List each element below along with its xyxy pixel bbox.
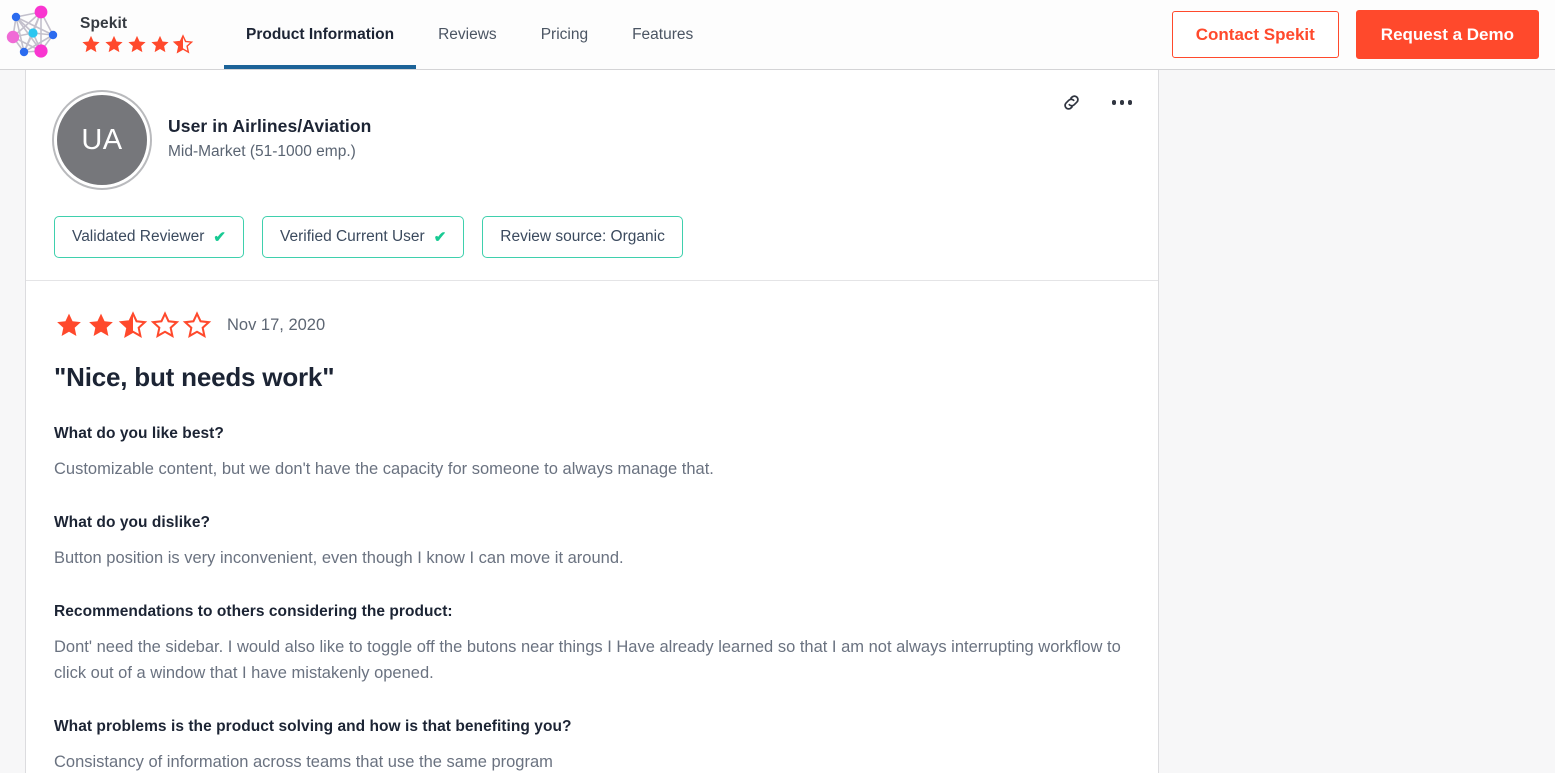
- review-card: UA User in Airlines/Aviation Mid-Market …: [25, 70, 1159, 773]
- reviewer-name: User in Airlines/Aviation: [168, 115, 372, 136]
- review-section-recommendations: Recommendations to others considering th…: [54, 603, 1130, 686]
- header-actions: Contact Spekit Request a Demo: [1171, 10, 1539, 59]
- star-empty-icon: [182, 311, 212, 338]
- star-full-icon: [105, 35, 123, 52]
- star-full-icon: [57, 313, 81, 336]
- star-half-icon: [118, 311, 148, 338]
- review-date: Nov 17, 2020: [227, 316, 326, 334]
- badge-review-source[interactable]: Review source: Organic: [482, 216, 683, 258]
- review-title: "Nice, but needs work": [54, 362, 335, 392]
- review-rating-stars: [54, 311, 212, 340]
- check-icon: ✔: [433, 228, 447, 246]
- network-graph-logo-icon: [6, 5, 58, 58]
- answer-text: Customizable content, but we don't have …: [54, 460, 714, 478]
- page-body: UA User in Airlines/Aviation Mid-Market …: [0, 70, 1555, 773]
- avatar: UA: [54, 92, 150, 188]
- star-half-icon: [172, 34, 194, 54]
- star-empty-icon: [150, 311, 180, 338]
- link-icon[interactable]: [1059, 90, 1084, 115]
- check-icon: ✔: [213, 228, 226, 246]
- question-label: What do you like best?: [54, 425, 224, 442]
- brand-name: Spekit: [80, 15, 128, 33]
- main-nav: Product Information Reviews Pricing Feat…: [224, 0, 1172, 69]
- site-header: Spekit Product Information Reviews Prici…: [0, 0, 1555, 70]
- brand-rating-stars: [80, 34, 194, 55]
- star-full-icon: [128, 35, 146, 52]
- request-demo-button[interactable]: Request a Demo: [1355, 10, 1539, 59]
- question-label: Recommendations to others considering th…: [54, 603, 453, 621]
- review-section-dislike: What do you dislike? Button position is …: [54, 514, 1130, 571]
- ellipsis-icon[interactable]: [1110, 98, 1135, 107]
- answer-text: Dont' need the sidebar. I would also lik…: [54, 638, 1121, 683]
- contact-spekit-button[interactable]: Contact Spekit: [1171, 11, 1339, 58]
- star-full-icon: [89, 313, 113, 336]
- review-badges: Validated Reviewer ✔ Verified Current Us…: [54, 216, 1134, 258]
- review-card-header: UA User in Airlines/Aviation Mid-Market …: [26, 70, 1158, 281]
- tab-reviews[interactable]: Reviews: [416, 0, 519, 69]
- reviewer-meta: User in Airlines/Aviation Mid-Market (51…: [168, 116, 371, 165]
- review-section-like-best: What do you like best? Customizable cont…: [54, 425, 1130, 482]
- review-section-problems-solved: What problems is the product solving and…: [54, 718, 1130, 773]
- question-label: What problems is the product solving and…: [54, 718, 572, 736]
- brand-text: Spekit: [80, 14, 194, 55]
- tab-pricing[interactable]: Pricing: [519, 0, 610, 69]
- question-label: What do you dislike?: [54, 514, 211, 532]
- badge-label: Verified Current User: [279, 228, 425, 245]
- reviewer-segment: Mid-Market (51-1000 emp.): [168, 142, 356, 160]
- tab-product-information[interactable]: Product Information: [224, 0, 417, 69]
- badge-verified-current-user[interactable]: Verified Current User ✔: [261, 216, 465, 258]
- answer-text: Consistancy of information across teams …: [54, 753, 553, 772]
- star-full-icon: [151, 35, 169, 52]
- tab-features[interactable]: Features: [610, 0, 715, 69]
- reviewer-block: UA User in Airlines/Aviation Mid-Market …: [54, 92, 1134, 188]
- review-card-actions: [1059, 90, 1135, 115]
- badge-validated-reviewer[interactable]: Validated Reviewer ✔: [54, 216, 244, 258]
- star-full-icon: [82, 35, 100, 52]
- badge-label: Validated Reviewer: [72, 228, 205, 245]
- review-rating-row: Nov 17, 2020: [54, 311, 1130, 340]
- badge-label: Review source: Organic: [500, 228, 665, 245]
- answer-text: Button position is very inconvenient, ev…: [54, 549, 624, 568]
- brand-block[interactable]: Spekit: [4, 3, 194, 67]
- review-body: Nov 17, 2020 "Nice, but needs work" What…: [26, 281, 1158, 773]
